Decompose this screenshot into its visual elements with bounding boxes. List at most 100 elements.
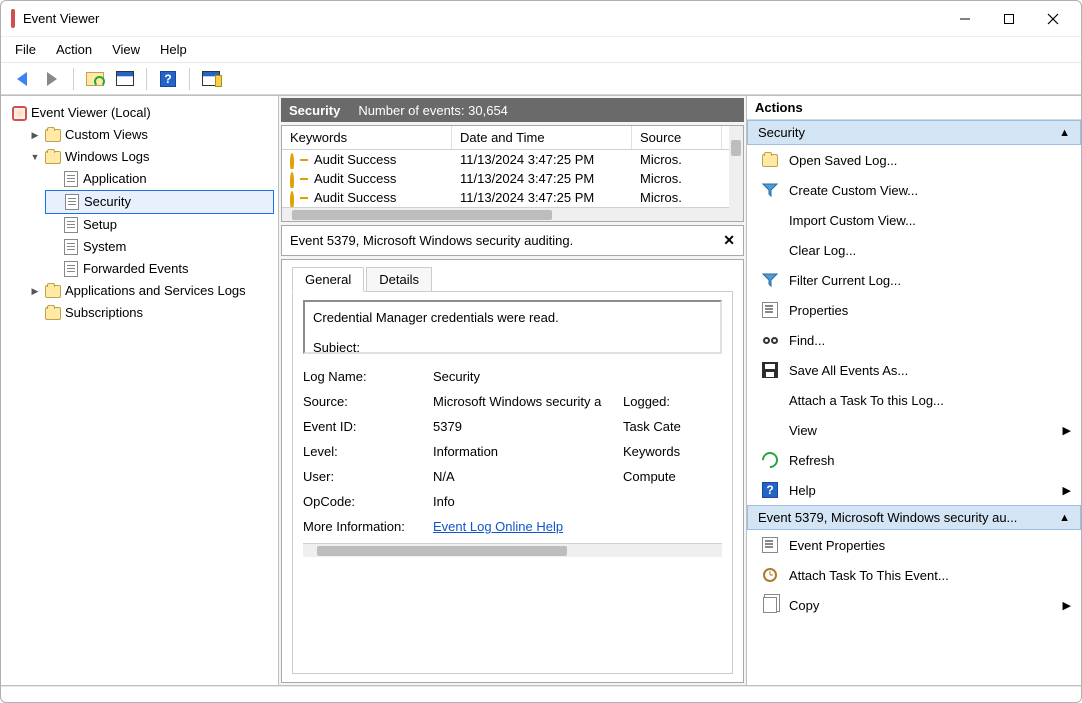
msg-line2: Subject: xyxy=(313,340,712,354)
filter-icon xyxy=(761,271,779,289)
tree-root[interactable]: Event Viewer (Local) xyxy=(9,102,274,124)
events-vertical-scrollbar[interactable] xyxy=(729,126,743,220)
folder-icon xyxy=(761,151,779,169)
key-icon xyxy=(290,155,308,165)
copy-icon xyxy=(761,596,779,614)
refresh-button[interactable] xyxy=(82,67,108,91)
help-tb-button[interactable]: ? xyxy=(155,67,181,91)
log-icon xyxy=(63,171,79,187)
link-online-help[interactable]: Event Log Online Help xyxy=(433,519,563,534)
action-label: Event Properties xyxy=(789,538,885,553)
back-button[interactable] xyxy=(9,67,35,91)
col-source[interactable]: Source xyxy=(632,126,722,149)
actions-title: Actions xyxy=(747,96,1081,120)
action-import-custom-view[interactable]: Import Custom View... xyxy=(747,205,1081,235)
detail-horizontal-scrollbar[interactable] xyxy=(303,543,722,557)
log-icon xyxy=(63,261,79,277)
action-refresh[interactable]: Refresh xyxy=(747,445,1081,475)
lbl-logged: Logged: xyxy=(623,389,703,414)
action-label: Save All Events As... xyxy=(789,363,908,378)
event-row[interactable]: Audit Success 11/13/2024 3:47:25 PM Micr… xyxy=(282,188,743,207)
key-icon xyxy=(290,193,308,203)
tree-system[interactable]: System xyxy=(45,236,274,258)
tab-general[interactable]: General xyxy=(292,267,364,292)
action-find[interactable]: Find... xyxy=(747,325,1081,355)
actions-section-event[interactable]: Event 5379, Microsoft Windows security a… xyxy=(747,505,1081,530)
tree-setup[interactable]: Setup xyxy=(45,214,274,236)
prop-icon xyxy=(761,536,779,554)
tree-windows-logs[interactable]: ▼ Windows Logs xyxy=(27,146,274,168)
toolbar-separator xyxy=(146,68,147,90)
col-keywords[interactable]: Keywords xyxy=(282,126,452,149)
filter-icon xyxy=(761,181,779,199)
menu-view[interactable]: View xyxy=(112,42,140,57)
window-title: Event Viewer xyxy=(23,11,939,26)
val-source: Microsoft Windows security a xyxy=(433,389,623,414)
lbl-user: User: xyxy=(303,464,433,489)
col-datetime[interactable]: Date and Time xyxy=(452,126,632,149)
menu-action[interactable]: Action xyxy=(56,42,92,57)
tree-forwarded[interactable]: Forwarded Events xyxy=(45,258,274,280)
action-open-saved-log[interactable]: Open Saved Log... xyxy=(747,145,1081,175)
chevron-right-icon[interactable]: ▶ xyxy=(29,285,41,297)
action-create-custom-view[interactable]: Create Custom View... xyxy=(747,175,1081,205)
section-label: Event 5379, Microsoft Windows security a… xyxy=(758,510,1017,525)
lbl-source: Source: xyxy=(303,389,433,414)
prop-icon xyxy=(761,301,779,319)
help-icon: ? xyxy=(761,481,779,499)
val-user: N/A xyxy=(433,464,623,489)
action-save-all-events-as[interactable]: Save All Events As... xyxy=(747,355,1081,385)
tab-details[interactable]: Details xyxy=(366,267,432,292)
toolbar: ? xyxy=(1,63,1081,95)
close-button[interactable] xyxy=(1035,5,1071,33)
label: System xyxy=(83,236,126,258)
log-icon xyxy=(63,239,79,255)
cell: Micros. xyxy=(632,188,722,207)
tree-custom-views[interactable]: ▶ Custom Views xyxy=(27,124,274,146)
action-attach-a-task-to-this-log[interactable]: Attach a Task To this Log... xyxy=(747,385,1081,415)
titlebar: Event Viewer xyxy=(1,1,1081,37)
section-label: Security xyxy=(758,125,805,140)
event-detail-title: Event 5379, Microsoft Windows security a… xyxy=(290,233,573,248)
actions-section-security[interactable]: Security ▲ xyxy=(747,120,1081,145)
cell: Micros. xyxy=(632,169,722,188)
action-view[interactable]: View▶ xyxy=(747,415,1081,445)
menu-help[interactable]: Help xyxy=(160,42,187,57)
events-horizontal-scrollbar[interactable] xyxy=(282,207,743,221)
close-icon[interactable]: ✕ xyxy=(723,232,735,249)
collapse-icon: ▲ xyxy=(1059,127,1070,139)
menu-file[interactable]: File xyxy=(15,42,36,57)
action-copy[interactable]: Copy▶ xyxy=(747,590,1081,620)
action-label: Clear Log... xyxy=(789,243,856,258)
maximize-button[interactable] xyxy=(991,5,1027,33)
label: Security xyxy=(84,191,131,213)
chevron-down-icon[interactable]: ▼ xyxy=(29,151,41,163)
minimize-button[interactable] xyxy=(947,5,983,33)
panel-button[interactable] xyxy=(198,67,224,91)
cell: Audit Success xyxy=(314,190,396,205)
action-label: Filter Current Log... xyxy=(789,273,901,288)
action-clear-log[interactable]: Clear Log... xyxy=(747,235,1081,265)
tree-subscriptions[interactable]: Subscriptions xyxy=(27,302,274,324)
app-icon xyxy=(11,11,15,26)
save-icon xyxy=(761,361,779,379)
table-button[interactable] xyxy=(112,67,138,91)
chevron-right-icon[interactable]: ▶ xyxy=(29,129,41,141)
tree-root-label: Event Viewer (Local) xyxy=(31,102,151,124)
events-list[interactable]: Audit Success 11/13/2024 3:47:25 PM Micr… xyxy=(282,150,743,207)
navigation-tree[interactable]: Event Viewer (Local) ▶ Custom Views xyxy=(1,96,279,685)
action-properties[interactable]: Properties xyxy=(747,295,1081,325)
action-event-properties[interactable]: Event Properties xyxy=(747,530,1081,560)
forward-button[interactable] xyxy=(39,67,65,91)
action-attach-task-to-this-event[interactable]: Attach Task To This Event... xyxy=(747,560,1081,590)
action-help[interactable]: ?Help▶ xyxy=(747,475,1081,505)
action-label: Refresh xyxy=(789,453,835,468)
tree-app-services[interactable]: ▶ Applications and Services Logs xyxy=(27,280,274,302)
event-row[interactable]: Audit Success 11/13/2024 3:47:25 PM Micr… xyxy=(282,169,743,188)
tree-security[interactable]: Security xyxy=(45,190,274,214)
toolbar-separator xyxy=(73,68,74,90)
action-label: Open Saved Log... xyxy=(789,153,897,168)
tree-application[interactable]: Application xyxy=(45,168,274,190)
action-filter-current-log[interactable]: Filter Current Log... xyxy=(747,265,1081,295)
event-row[interactable]: Audit Success 11/13/2024 3:47:25 PM Micr… xyxy=(282,150,743,169)
